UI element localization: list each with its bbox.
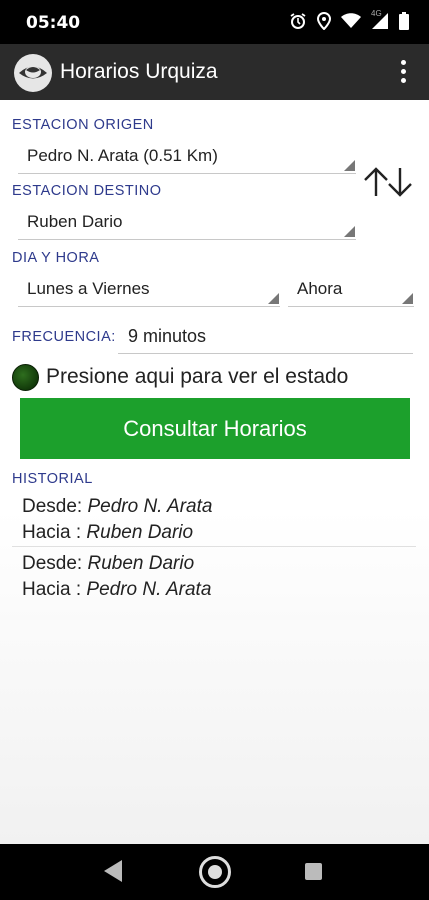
eye-logo-icon — [14, 54, 52, 92]
history-from: Desde: Ruben Dario — [22, 553, 195, 574]
recents-icon[interactable] — [305, 863, 322, 880]
day-value: Lunes a Viernes — [27, 279, 150, 298]
status-bar: 05:40 4G — [0, 0, 429, 44]
swap-arrows-icon[interactable] — [362, 166, 414, 198]
history-item[interactable]: Desde: Ruben Dario Hacia : Pedro N. Arat… — [22, 551, 416, 603]
signal-icon: 4G — [371, 9, 389, 34]
home-icon[interactable] — [199, 856, 231, 888]
frequency-field[interactable]: 9 minutos — [118, 322, 413, 354]
day-time-label: DIA Y HORA — [12, 250, 100, 266]
status-indicator-icon[interactable] — [12, 363, 39, 391]
destination-value: Ruben Dario — [27, 212, 123, 231]
network-type: 4G — [371, 9, 382, 18]
day-spinner[interactable]: Lunes a Viernes — [18, 271, 280, 307]
origin-value: Pedro N. Arata (0.51 Km) — [27, 146, 218, 165]
history-to: Hacia : Ruben Dario — [22, 522, 194, 543]
history-label: HISTORIAL — [12, 471, 93, 487]
dropdown-arrow-icon — [268, 293, 279, 304]
app-title: Horarios Urquiza — [60, 60, 218, 83]
history-divider — [12, 546, 416, 547]
origin-spinner[interactable]: Pedro N. Arata (0.51 Km) — [18, 138, 356, 174]
status-icons: 4G — [289, 9, 409, 35]
status-row[interactable]: Presione aqui para ver el estado — [12, 362, 348, 392]
dropdown-arrow-icon — [402, 293, 413, 304]
battery-icon — [399, 12, 409, 35]
dropdown-arrow-icon — [344, 226, 355, 237]
overflow-menu-icon[interactable] — [399, 57, 407, 87]
time-spinner[interactable]: Ahora — [288, 271, 414, 307]
wifi-icon — [341, 13, 361, 34]
location-icon — [316, 11, 332, 35]
alarm-icon — [289, 12, 307, 35]
navigation-bar — [0, 844, 429, 900]
time-value: Ahora — [297, 279, 343, 298]
origin-label: ESTACION ORIGEN — [12, 117, 154, 133]
frequency-value: 9 minutos — [128, 326, 207, 346]
history-to: Hacia : Pedro N. Arata — [22, 579, 212, 600]
status-time: 05:40 — [26, 13, 81, 33]
dropdown-arrow-icon — [344, 160, 355, 171]
destination-label: ESTACION DESTINO — [12, 183, 162, 199]
back-icon[interactable] — [104, 860, 122, 882]
consult-schedules-button[interactable]: Consultar Horarios — [20, 398, 410, 459]
frequency-label: FRECUENCIA: — [12, 329, 116, 345]
history-from: Desde: Pedro N. Arata — [22, 496, 213, 517]
destination-spinner[interactable]: Ruben Dario — [18, 204, 356, 240]
status-text[interactable]: Presione aqui para ver el estado — [46, 365, 348, 389]
history-item[interactable]: Desde: Pedro N. Arata Hacia : Ruben Dari… — [22, 494, 416, 546]
app-bar: Horarios Urquiza — [0, 44, 429, 100]
